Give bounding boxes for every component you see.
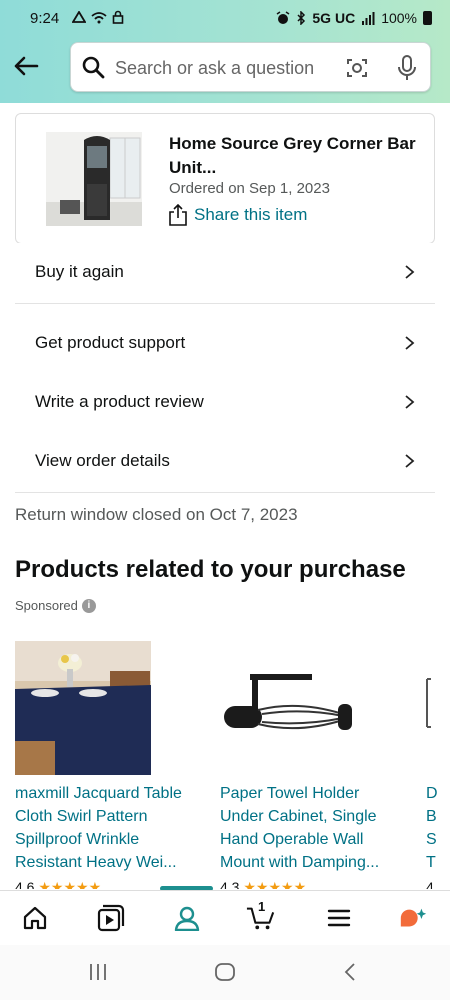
rating-partial: 4 (426, 879, 450, 889)
network-label: 5G UC (312, 10, 356, 26)
battery-icon (423, 11, 432, 25)
product-title[interactable]: Home Source Grey Corner Bar Unit... (169, 132, 429, 180)
product-image-partial[interactable] (423, 675, 433, 735)
nav-home[interactable] (20, 903, 50, 933)
title-line: Hand Operable Wall (220, 831, 364, 848)
title-line: maxmill Jacquard Table (15, 785, 182, 802)
related-products-heading: Products related to your purchase (15, 556, 406, 583)
video-play-icon (97, 904, 125, 932)
search-input[interactable] (115, 55, 335, 81)
divider (15, 303, 435, 304)
title-line: S (426, 831, 437, 848)
view-order-details-row[interactable]: View order details (15, 432, 435, 490)
star-icons: ★★★★★ (38, 879, 102, 889)
camera-scan-icon[interactable] (345, 56, 369, 80)
return-window-text: Return window closed on Oct 7, 2023 (15, 505, 298, 524)
title-line: B (426, 808, 437, 825)
title-line: Under Cabinet, Single (220, 808, 377, 825)
alarm-icon (276, 11, 290, 24)
rating-tablecloth: 4.6 ★★★★★ (15, 879, 155, 889)
rating-value: 4.3 (220, 879, 240, 889)
title-line: D (426, 785, 438, 802)
product-image-paper-towel-holder[interactable] (218, 652, 363, 762)
product-thumbnail[interactable] (46, 132, 142, 226)
product-support-label: Get product support (35, 333, 186, 352)
bottom-nav: 1 (0, 890, 450, 945)
title-line: T (426, 854, 436, 871)
search-icon (82, 56, 105, 79)
chevron-right-icon (405, 395, 415, 409)
bluetooth-icon (297, 11, 306, 25)
back-button-icon[interactable] (343, 962, 357, 982)
rating-value: 4.6 (15, 879, 35, 889)
chevron-right-icon (405, 336, 415, 350)
rating-value: 4 (426, 879, 434, 889)
search-bar[interactable] (70, 42, 431, 92)
battery-percent: 100% (381, 10, 417, 26)
order-card[interactable]: Home Source Grey Corner Bar Unit... Orde… (15, 113, 435, 244)
menu-icon (327, 909, 351, 927)
drive-icon (72, 10, 86, 23)
product-title-partial[interactable]: D B S T (426, 782, 450, 874)
recent-apps-icon[interactable] (88, 963, 108, 981)
chevron-right-icon (405, 454, 415, 468)
view-order-details-label: View order details (35, 451, 170, 470)
share-label: Share this item (194, 205, 308, 224)
status-right: 5G UC 100% (276, 10, 432, 26)
share-icon (169, 204, 187, 226)
nav-cart[interactable]: 1 (246, 899, 276, 933)
title-line: Cloth Swirl Pattern (15, 808, 148, 825)
sponsored-label[interactable]: Sponsored i (15, 598, 96, 613)
account-icon (174, 906, 200, 931)
nav-video[interactable] (96, 903, 126, 933)
sponsored-text: Sponsored (15, 598, 78, 613)
title-line: Mount with Damping... (220, 854, 380, 871)
write-review-row[interactable]: Write a product review (15, 373, 435, 431)
product-support-row[interactable]: Get product support (15, 314, 435, 372)
partial-product-image (426, 678, 431, 728)
nav-account[interactable] (172, 903, 202, 933)
paper-towel-holder-image (224, 674, 352, 730)
product-title-paper-towel-holder[interactable]: Paper Towel Holder Under Cabinet, Single… (220, 782, 420, 874)
status-bar: 9:24 5G UC 100% (0, 8, 450, 30)
signal-icon (362, 11, 375, 25)
nav-assistant[interactable] (398, 903, 428, 933)
home-icon (23, 906, 47, 930)
lock-icon (112, 10, 124, 24)
status-left-icons (72, 10, 124, 24)
home-button-icon[interactable] (214, 962, 236, 982)
corner-bar-unit-image (46, 132, 142, 226)
assistant-icon (400, 908, 427, 927)
title-line: Spillproof Wrinkle (15, 831, 140, 848)
buy-again-label: Buy it again (35, 262, 124, 281)
info-icon[interactable]: i (81, 598, 96, 613)
wifi-icon (91, 11, 107, 23)
chevron-right-icon (405, 265, 415, 279)
product-image-tablecloth[interactable] (15, 641, 151, 775)
rating-paper-towel-holder: 4.3 ★★★★★ (220, 879, 360, 889)
cart-count: 1 (258, 899, 266, 914)
header: 9:24 5G UC 100% (0, 0, 450, 103)
nav-menu[interactable] (324, 903, 354, 933)
title-line: Resistant Heavy Wei... (15, 854, 177, 871)
divider (15, 492, 435, 493)
system-navigation-bar (0, 945, 450, 1000)
status-time: 9:24 (30, 10, 60, 27)
microphone-icon[interactable] (396, 54, 418, 82)
title-line: Paper Towel Holder (220, 785, 360, 802)
order-date: Ordered on Sep 1, 2023 (169, 180, 330, 197)
share-item-link[interactable]: Share this item (168, 204, 307, 226)
tablecloth-image (15, 641, 151, 775)
back-arrow-icon[interactable] (12, 52, 40, 80)
buy-again-row[interactable]: Buy it again (15, 243, 435, 301)
write-review-label: Write a product review (35, 392, 204, 411)
star-icons: ★★★★★ (243, 879, 307, 889)
product-title-tablecloth[interactable]: maxmill Jacquard Table Cloth Swirl Patte… (15, 782, 215, 874)
